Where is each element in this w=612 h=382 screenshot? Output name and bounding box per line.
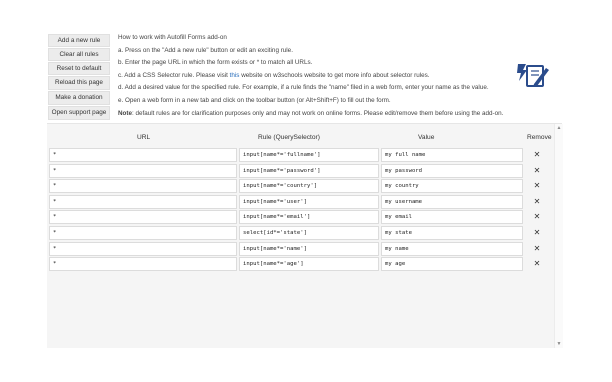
instruction-c: c. Add a CSS Selector rule. Please visit… bbox=[118, 71, 430, 79]
remove-icon[interactable]: ✕ bbox=[529, 164, 545, 178]
url-input[interactable]: * bbox=[49, 210, 237, 224]
clear-all-rules-button[interactable]: Clear all rules bbox=[48, 48, 110, 61]
value-input[interactable]: my email bbox=[381, 210, 523, 224]
rule-input[interactable]: input[name*='user'] bbox=[239, 195, 379, 209]
sidebar: Add a new rule Clear all rules Reset to … bbox=[48, 34, 110, 121]
instruction-b: b. Enter the page URL in which the form … bbox=[118, 59, 313, 67]
header-value: Value bbox=[418, 134, 435, 141]
table-row: * input[name*='age'] my age ✕ bbox=[49, 257, 549, 271]
remove-icon[interactable]: ✕ bbox=[529, 242, 545, 256]
instructions: How to work with Autofill Forms add-on a… bbox=[118, 32, 504, 120]
instruction-a: a. Press on the "Add a new rule" button … bbox=[118, 46, 293, 54]
reload-page-button[interactable]: Reload this page bbox=[48, 76, 110, 90]
autofill-pen-icon bbox=[514, 56, 550, 92]
make-donation-button[interactable]: Make a donation bbox=[48, 91, 110, 105]
scroll-up-arrow-icon[interactable]: ▲ bbox=[556, 125, 562, 131]
table-row: * input[name*='country'] my country ✕ bbox=[49, 179, 549, 193]
rule-input[interactable]: input[name*='name'] bbox=[239, 242, 379, 256]
remove-icon[interactable]: ✕ bbox=[529, 179, 545, 193]
instruction-d: d. Add a desired value for the specified… bbox=[118, 84, 489, 92]
add-new-rule-button[interactable]: Add a new rule bbox=[48, 34, 110, 47]
value-input[interactable]: my username bbox=[381, 195, 523, 209]
reset-to-default-button[interactable]: Reset to default bbox=[48, 62, 110, 75]
remove-icon[interactable]: ✕ bbox=[529, 148, 545, 162]
remove-icon[interactable]: ✕ bbox=[529, 257, 545, 271]
table-row: * select[id*='state'] my state ✕ bbox=[49, 226, 549, 240]
table-row: * input[name*='name'] my name ✕ bbox=[49, 242, 549, 256]
header-remove: Remove bbox=[527, 134, 552, 141]
scroll-down-arrow-icon[interactable]: ▼ bbox=[556, 341, 562, 347]
value-input[interactable]: my name bbox=[381, 242, 523, 256]
value-input[interactable]: my password bbox=[381, 164, 523, 178]
rule-input[interactable]: input[name*='country'] bbox=[239, 179, 379, 193]
rule-input[interactable]: input[name*='fullname'] bbox=[239, 148, 379, 162]
url-input[interactable]: * bbox=[49, 164, 237, 178]
value-input[interactable]: my full name bbox=[381, 148, 523, 162]
value-input[interactable]: my state bbox=[381, 226, 523, 240]
url-input[interactable]: * bbox=[49, 242, 237, 256]
remove-icon[interactable]: ✕ bbox=[529, 226, 545, 240]
value-input[interactable]: my country bbox=[381, 179, 523, 193]
table-row: * input[name*='user'] my username ✕ bbox=[49, 195, 549, 209]
instructions-title: How to work with Autofill Forms add-on bbox=[118, 34, 227, 41]
instruction-note: Note: default rules are for clarificatio… bbox=[118, 109, 504, 117]
value-input[interactable]: my age bbox=[381, 257, 523, 271]
remove-icon[interactable]: ✕ bbox=[529, 195, 545, 209]
rule-input[interactable]: input[name*='email'] bbox=[239, 210, 379, 224]
url-input[interactable]: * bbox=[49, 257, 237, 271]
url-input[interactable]: * bbox=[49, 179, 237, 193]
open-support-page-button[interactable]: Open support page bbox=[48, 106, 110, 120]
url-input[interactable]: * bbox=[49, 226, 237, 240]
rule-input[interactable]: input[name*='password'] bbox=[239, 164, 379, 178]
table-row: * input[name*='fullname'] my full name ✕ bbox=[49, 148, 549, 162]
header-url: URL bbox=[137, 134, 151, 141]
scrollbar[interactable]: ▲ ▼ bbox=[554, 124, 563, 348]
table-row: * input[name*='email'] my email ✕ bbox=[49, 210, 549, 224]
table-row: * input[name*='password'] my password ✕ bbox=[49, 164, 549, 178]
header-rule: Rule (QuerySelector) bbox=[258, 134, 320, 141]
instruction-e: e. Open a web form in a new tab and clic… bbox=[118, 96, 391, 104]
rule-input[interactable]: select[id*='state'] bbox=[239, 226, 379, 240]
rule-input[interactable]: input[name*='age'] bbox=[239, 257, 379, 271]
url-input[interactable]: * bbox=[49, 195, 237, 209]
url-input[interactable]: * bbox=[49, 148, 237, 162]
remove-icon[interactable]: ✕ bbox=[529, 210, 545, 224]
w3schools-link[interactable]: this bbox=[230, 72, 240, 79]
